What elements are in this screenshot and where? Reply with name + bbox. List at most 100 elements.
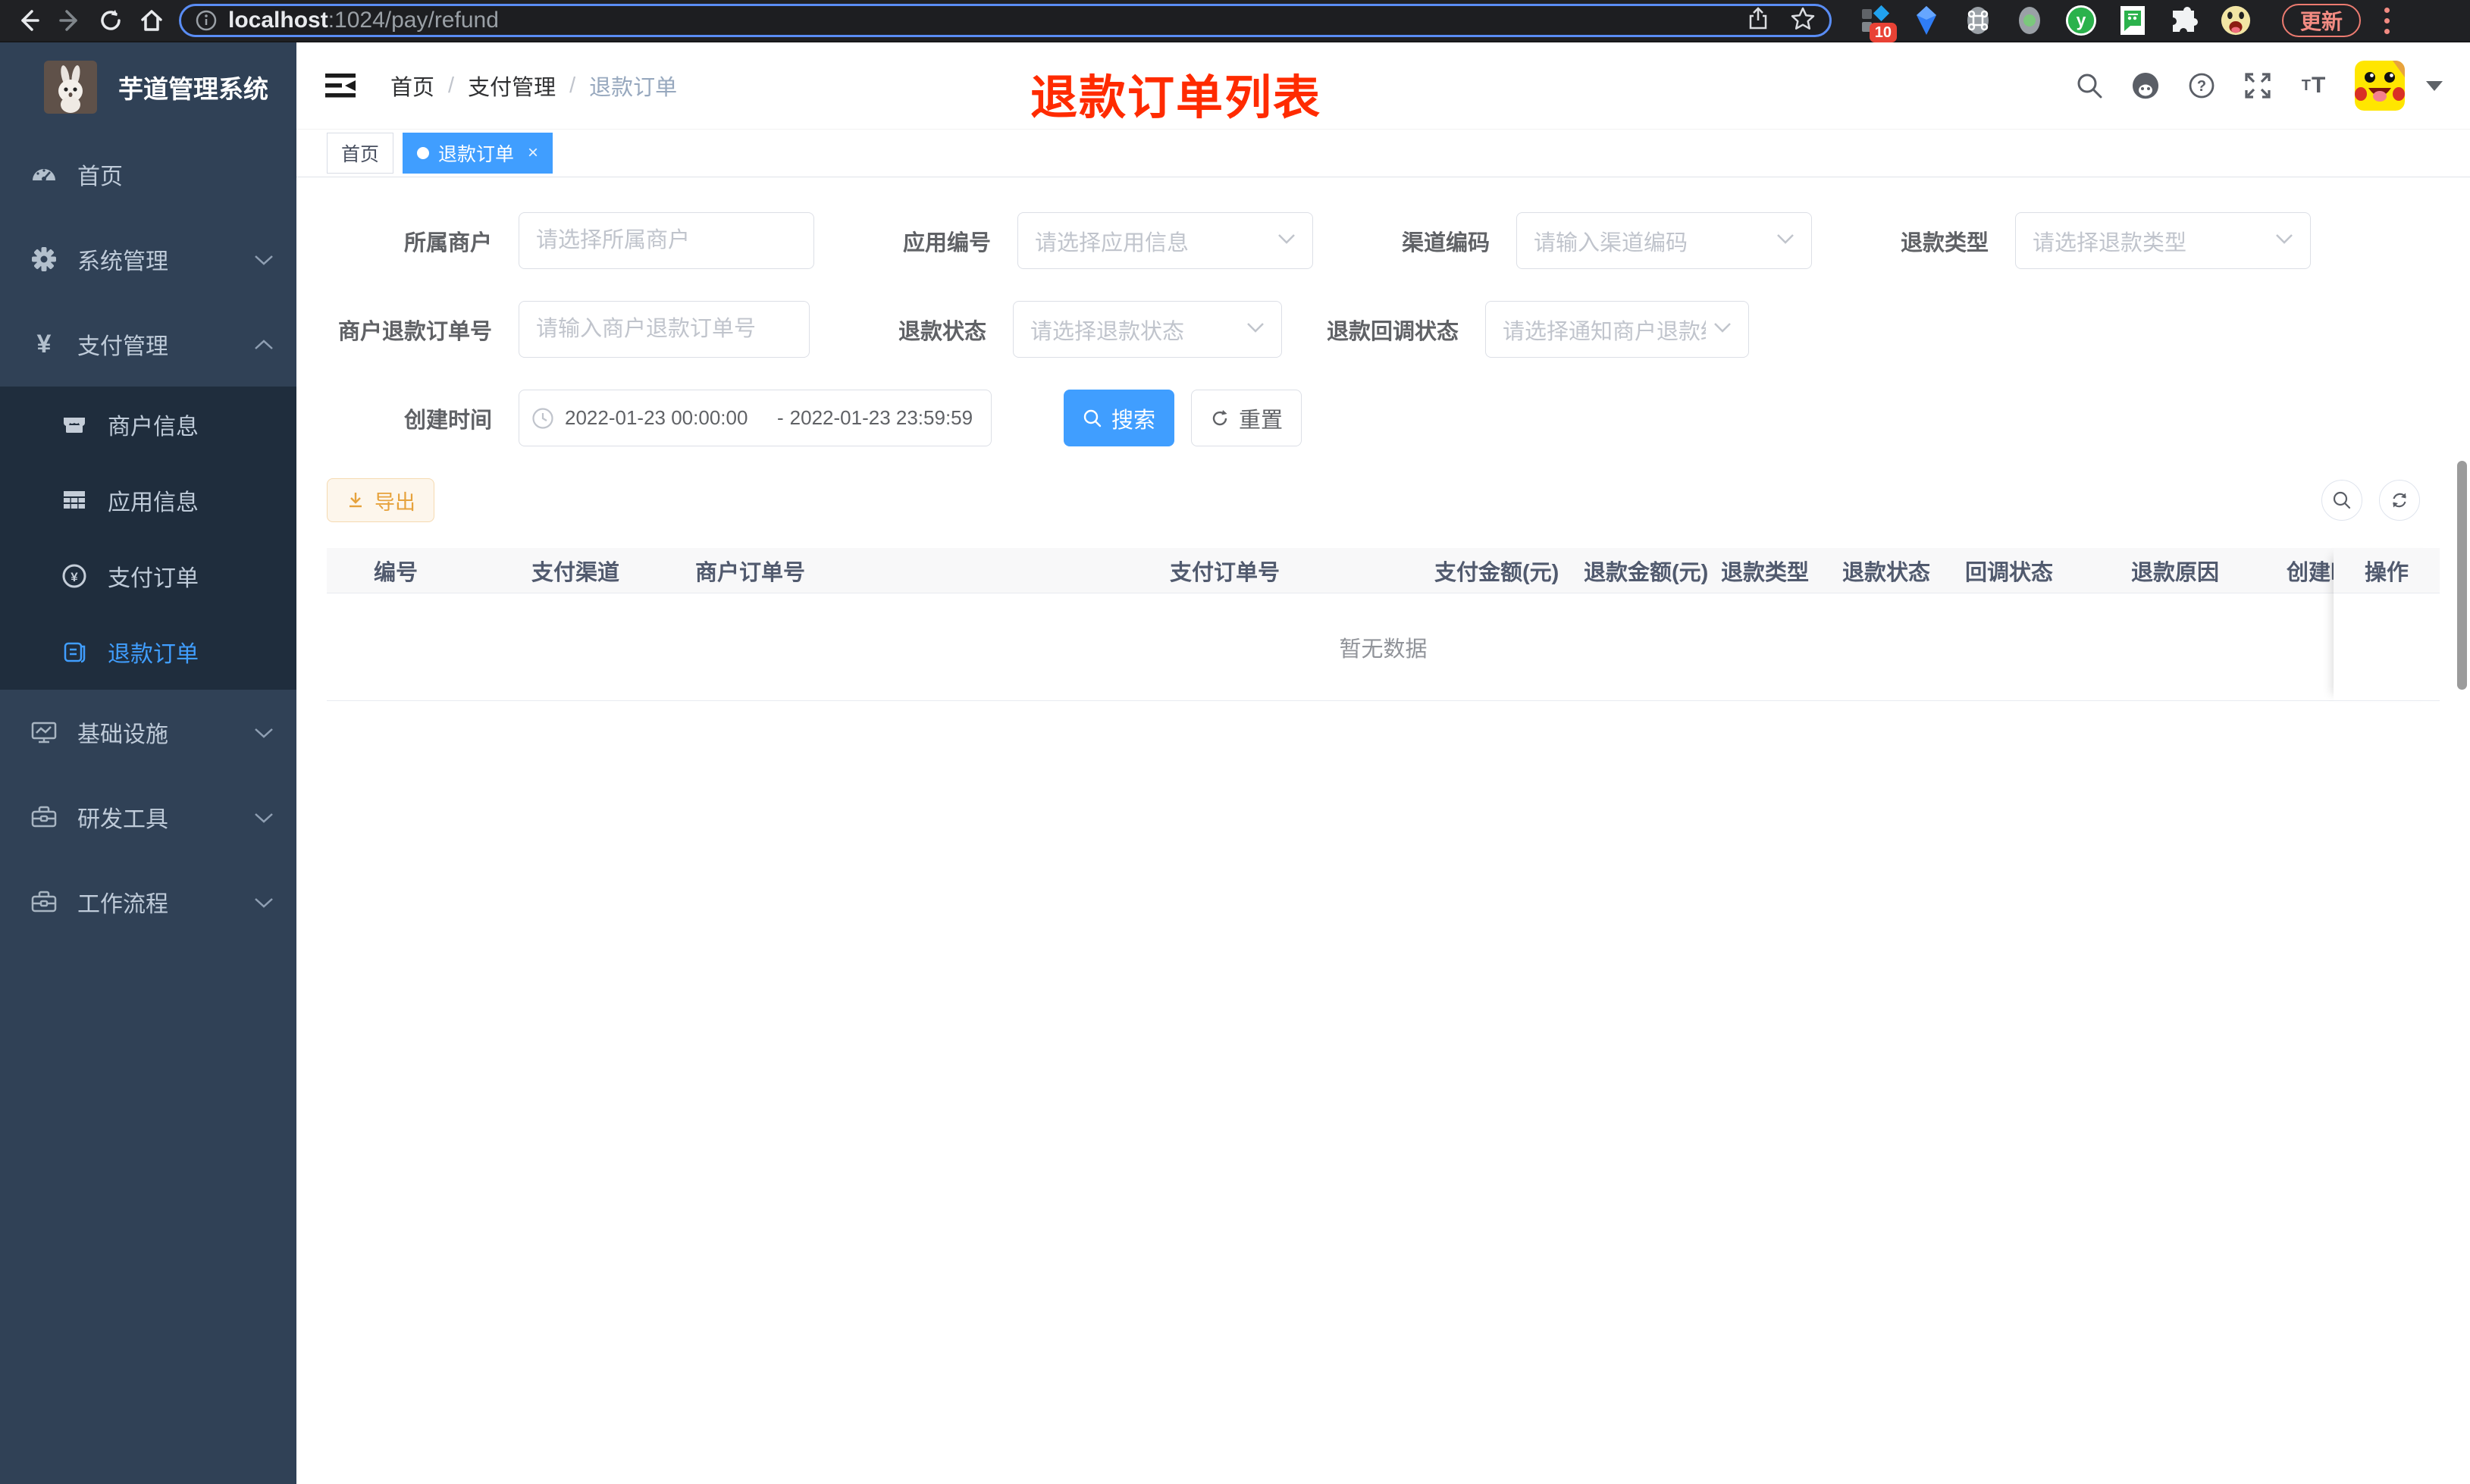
chevron-down-icon: [254, 719, 274, 745]
help-icon[interactable]: ?: [2186, 70, 2217, 101]
col-refund-type: 退款类型: [1721, 560, 1810, 585]
field-refund-type: 退款类型 请选择退款类型: [1823, 212, 2311, 269]
share-icon[interactable]: [1746, 6, 1770, 35]
toolbox-icon: [30, 888, 58, 916]
create-time-label: 创建时间: [403, 408, 492, 433]
app-select[interactable]: 请选择应用信息: [1017, 212, 1313, 269]
sidebar-item-dev-tools[interactable]: 研发工具: [0, 775, 296, 859]
sidebar-item-pay-order[interactable]: ¥ 支付订单: [0, 538, 296, 614]
table-search-toggle-icon[interactable]: [2321, 480, 2362, 521]
field-merchant: 所属商户: [327, 212, 814, 269]
channel-select[interactable]: 请输入渠道编码: [1516, 212, 1812, 269]
chevron-down-icon: [2275, 233, 2293, 248]
sidebar-item-label: 支付管理: [77, 334, 168, 359]
yen-icon: ¥: [36, 330, 52, 358]
tag-home[interactable]: 首页: [327, 133, 394, 174]
extension-puzzle-icon[interactable]: [2168, 5, 2200, 36]
sidebar-item-workflow[interactable]: 工作流程: [0, 859, 296, 944]
col-id: 编号: [374, 560, 418, 585]
table-header-row: 编号 支付渠道 商户订单号 支付订单号 支付金额(元) 退款金额(元) 退款类型…: [327, 548, 2440, 593]
extension-balloon-icon[interactable]: [1910, 5, 1942, 36]
reload-icon[interactable]: [94, 4, 127, 37]
site-info-icon[interactable]: [195, 9, 218, 32]
tag-close-icon[interactable]: ×: [528, 142, 538, 164]
tag-label: 退款订单: [438, 144, 515, 165]
extension-emoji-icon[interactable]: [2220, 5, 2252, 36]
merchant-refund-no-input[interactable]: [519, 301, 810, 358]
sidebar-menu: 首页 系统管理 ¥ 支付管理 商户信息 应用信息 ¥ 支付订单 退款订单 基础设…: [0, 132, 296, 944]
create-time-range-picker[interactable]: 2022-01-23 00:00:00 - 2022-01-23 23:59:5…: [519, 390, 992, 446]
pay-submenu: 商户信息 应用信息 ¥ 支付订单 退款订单: [0, 387, 296, 690]
sidebar-item-infra[interactable]: 基础设施: [0, 690, 296, 775]
avatar-caret-icon[interactable]: [2426, 80, 2443, 91]
app-logo[interactable]: 芋道管理系统: [0, 42, 296, 132]
monitor-icon: [30, 719, 58, 746]
sidebar-item-pay[interactable]: ¥ 支付管理: [0, 302, 296, 387]
tags-bar: 首页 退款订单 ×: [296, 129, 2470, 177]
chevron-down-icon: [1776, 233, 1795, 248]
fullscreen-icon[interactable]: [2243, 70, 2273, 101]
table-refresh-icon[interactable]: [2379, 480, 2420, 521]
forward-icon[interactable]: [53, 4, 86, 37]
date-start-value[interactable]: 2022-01-23 00:00:00: [565, 406, 771, 430]
document-icon: [61, 638, 88, 665]
notify-status-select[interactable]: 请选择通知商户退款结果: [1485, 301, 1749, 358]
col-pay-amount: 支付金额(元): [1434, 560, 1559, 585]
extension-chat-icon[interactable]: [2117, 5, 2149, 36]
date-end-value[interactable]: 2022-01-23 23:59:59: [790, 406, 979, 430]
browser-update-button[interactable]: 更新: [2282, 4, 2362, 37]
svg-text:y: y: [2077, 11, 2086, 30]
merchant-input[interactable]: [519, 212, 814, 269]
sidebar-item-label: 工作流程: [77, 892, 168, 917]
browser-nav: [12, 4, 168, 37]
topbar: 首页 / 支付管理 / 退款订单 退款订单列表 ? T T: [296, 42, 2470, 129]
gear-icon: [30, 246, 58, 273]
merchant-input-field[interactable]: [536, 228, 797, 253]
search-icon[interactable]: [2074, 70, 2105, 101]
url-text[interactable]: localhost:1024/pay/refund: [228, 8, 499, 33]
field-create-time: 创建时间 2022-01-23 00:00:00 - 2022-01-23 23…: [327, 390, 992, 446]
breadcrumb-home[interactable]: 首页: [390, 70, 434, 102]
merchant-label: 所属商户: [403, 230, 492, 255]
home-icon[interactable]: [135, 4, 168, 37]
search-button[interactable]: 搜索: [1064, 390, 1174, 446]
sidebar-item-app-info[interactable]: 应用信息: [0, 462, 296, 538]
extension-gray-green-icon[interactable]: [2014, 5, 2045, 36]
sidebar-item-refund-order[interactable]: 退款订单: [0, 614, 296, 690]
sidebar-item-system[interactable]: 系统管理: [0, 217, 296, 302]
tag-refund-order[interactable]: 退款订单 ×: [403, 133, 553, 174]
browser-menu-icon[interactable]: [2381, 7, 2393, 34]
channel-placeholder: 请输入渠道编码: [1534, 230, 1688, 255]
app-title: 芋道管理系统: [118, 75, 268, 103]
bookmark-star-icon[interactable]: [1790, 6, 1816, 36]
sidebar-collapse-icon[interactable]: [324, 70, 359, 101]
vertical-scrollbar[interactable]: [2457, 461, 2467, 690]
col-refund-amount: 退款金额(元): [1584, 560, 1709, 585]
refund-type-select[interactable]: 请选择退款类型: [2015, 212, 2311, 269]
col-refund-reason: 退款原因: [2131, 560, 2220, 585]
merchant-refund-no-field[interactable]: [536, 317, 792, 342]
col-refund-status: 退款状态: [1842, 560, 1931, 585]
reset-button[interactable]: 重置: [1191, 390, 1302, 446]
back-icon[interactable]: [12, 4, 45, 37]
sidebar-item-home[interactable]: 首页: [0, 132, 296, 217]
extension-command-icon[interactable]: [1962, 5, 1994, 36]
channel-label: 渠道编码: [1401, 230, 1490, 255]
grid-icon: [61, 487, 88, 514]
extension-y-icon[interactable]: y: [2065, 5, 2097, 36]
export-button[interactable]: 导出: [327, 478, 434, 522]
url-bar[interactable]: localhost:1024/pay/refund: [179, 4, 1832, 37]
breadcrumb-pay[interactable]: 支付管理: [468, 70, 556, 102]
sidebar-item-merchant-info[interactable]: 商户信息: [0, 387, 296, 462]
field-merchant-refund-no: 商户退款订单号: [327, 301, 810, 358]
extension-grid-diamond-icon[interactable]: 10: [1859, 5, 1897, 42]
reset-button-label: 重置: [1238, 408, 1283, 433]
avatar[interactable]: [2355, 61, 2405, 111]
filter-row-1: 所属商户 应用编号 请选择应用信息 渠道编码: [327, 212, 2440, 269]
github-icon[interactable]: [2130, 70, 2161, 101]
breadcrumb-separator: /: [569, 73, 576, 98]
chevron-down-icon: [1246, 322, 1265, 337]
refund-status-select[interactable]: 请选择退款状态: [1013, 301, 1282, 358]
content: 所属商户 应用编号 请选择应用信息 渠道编码: [296, 177, 2470, 1484]
font-size-icon[interactable]: TT: [2299, 70, 2329, 101]
